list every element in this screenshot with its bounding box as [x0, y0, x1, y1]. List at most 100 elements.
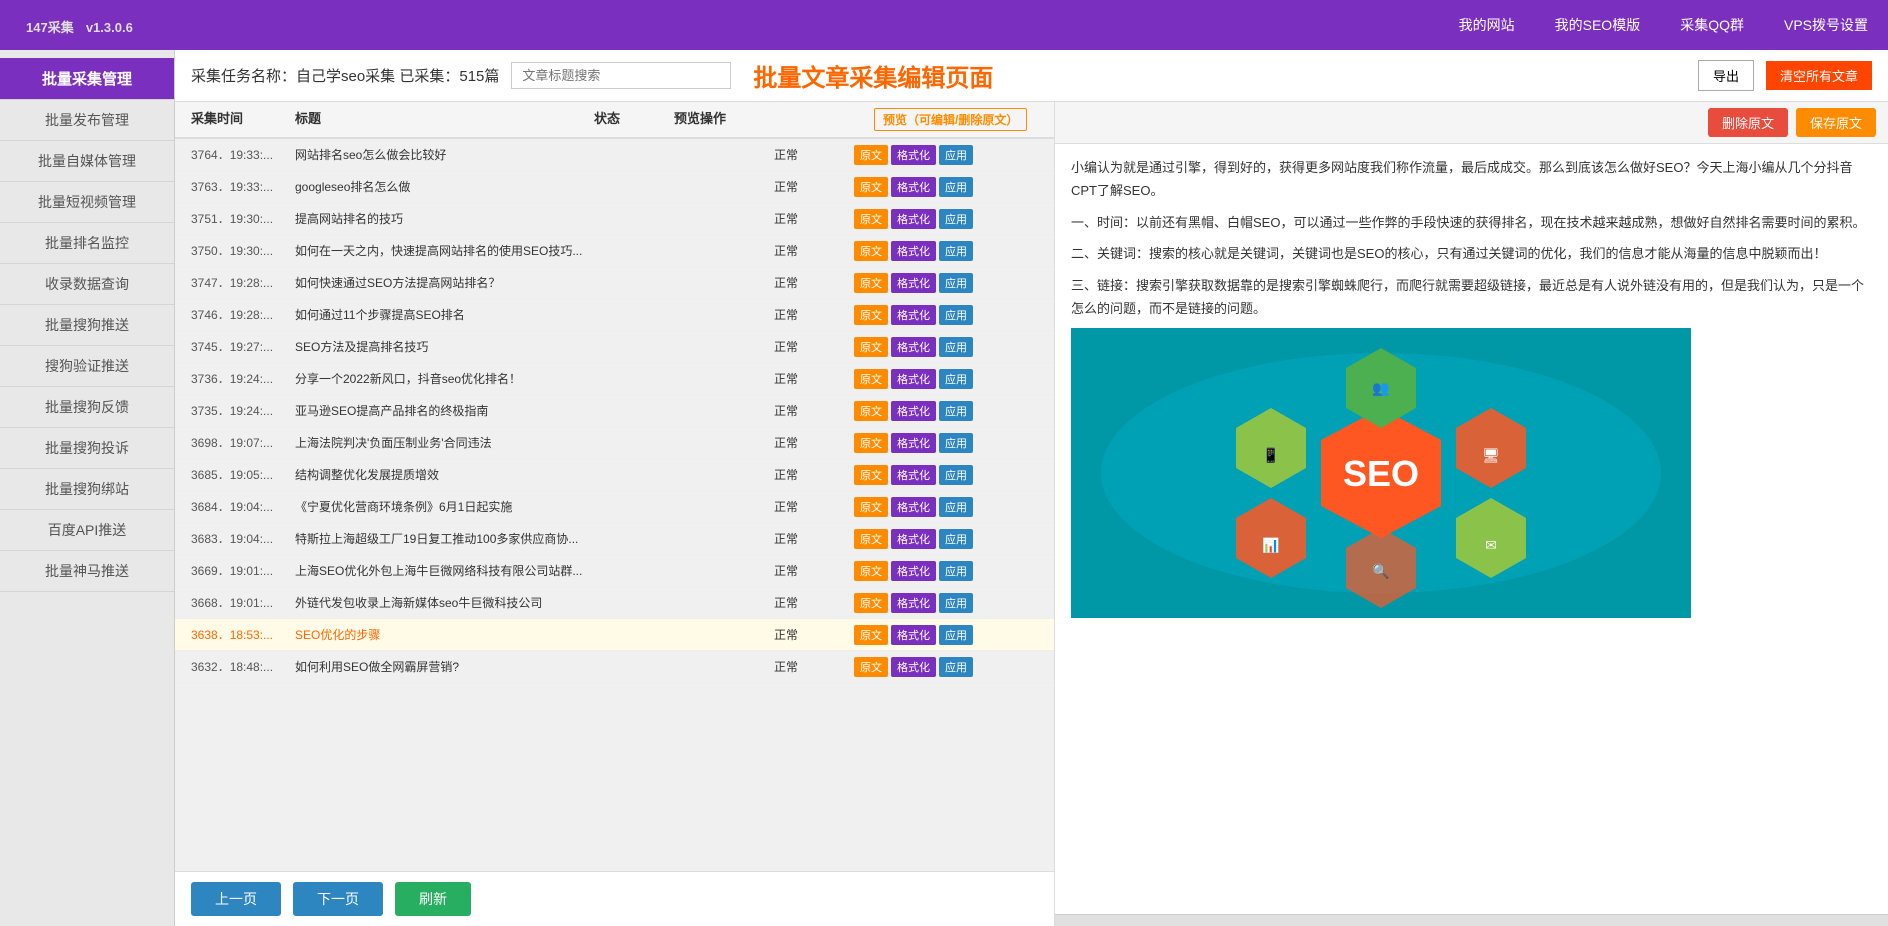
table-row: 3763．19:33:... googleseo排名怎么做 正常 原文 格式化 …	[175, 171, 1054, 203]
logo-text: 147采集	[26, 20, 74, 35]
btn-yuanwen[interactable]: 原文	[854, 337, 888, 357]
svg-text:SEO: SEO	[1343, 453, 1419, 494]
btn-yingying[interactable]: 应用	[939, 593, 973, 613]
btn-geishi[interactable]: 格式化	[891, 657, 936, 677]
btn-yingying[interactable]: 应用	[939, 497, 973, 517]
btn-yuanwen[interactable]: 原文	[854, 497, 888, 517]
delete-original-button[interactable]: 删除原文	[1708, 108, 1788, 137]
btn-geishi[interactable]: 格式化	[891, 145, 936, 165]
btn-yuanwen[interactable]: 原文	[854, 209, 888, 229]
sidebar-btn-sougoupush[interactable]: 批量搜狗推送	[0, 305, 174, 346]
btn-geishi[interactable]: 格式化	[891, 497, 936, 517]
btn-yingying[interactable]: 应用	[939, 657, 973, 677]
btn-yingying[interactable]: 应用	[939, 177, 973, 197]
btn-yingying[interactable]: 应用	[939, 401, 973, 421]
cell-preview-buttons: 原文 格式化 应用	[854, 273, 1054, 293]
btn-yuanwen[interactable]: 原文	[854, 625, 888, 645]
cell-time: 3751．19:30:...	[175, 210, 295, 227]
btn-yingying[interactable]: 应用	[939, 305, 973, 325]
btn-geishi[interactable]: 格式化	[891, 561, 936, 581]
btn-geishi[interactable]: 格式化	[891, 369, 936, 389]
btn-geishi[interactable]: 格式化	[891, 433, 936, 453]
cell-status: 正常	[774, 658, 854, 675]
btn-yingying[interactable]: 应用	[939, 433, 973, 453]
table-actions: 上一页 下一页 刷新	[175, 871, 1054, 926]
btn-yuanwen[interactable]: 原文	[854, 145, 888, 165]
cell-title: 如何在一天之内，快速提高网站排名的使用SEO技巧...	[295, 242, 774, 259]
cell-preview-buttons: 原文 格式化 应用	[854, 369, 1054, 389]
btn-yingying[interactable]: 应用	[939, 561, 973, 581]
sidebar-btn-shenma[interactable]: 批量神马推送	[0, 551, 174, 592]
save-original-button[interactable]: 保存原文	[1796, 108, 1876, 137]
btn-geishi[interactable]: 格式化	[891, 625, 936, 645]
nav-vps[interactable]: VPS拨号设置	[1784, 15, 1868, 35]
prev-page-button[interactable]: 上一页	[191, 882, 281, 916]
cell-preview-buttons: 原文 格式化 应用	[854, 209, 1054, 229]
sidebar-btn-collect[interactable]: 批量采集管理	[0, 58, 174, 100]
cell-preview-buttons: 原文 格式化 应用	[854, 145, 1054, 165]
cell-status: 正常	[774, 594, 854, 611]
btn-yingying[interactable]: 应用	[939, 369, 973, 389]
refresh-button[interactable]: 刷新	[395, 882, 471, 916]
btn-yuanwen[interactable]: 原文	[854, 433, 888, 453]
btn-yuanwen[interactable]: 原文	[854, 177, 888, 197]
btn-geishi[interactable]: 格式化	[891, 401, 936, 421]
btn-yingying[interactable]: 应用	[939, 337, 973, 357]
btn-yingying[interactable]: 应用	[939, 209, 973, 229]
col-header-time: 采集时间	[175, 108, 295, 131]
table-row: 3735．19:24:... 亚马逊SEO提高产品排名的终极指南 正常 原文 格…	[175, 395, 1054, 427]
sidebar-btn-sougouback[interactable]: 批量搜狗反馈	[0, 387, 174, 428]
sidebar-btn-sougouverify[interactable]: 搜狗验证推送	[0, 346, 174, 387]
sidebar-btn-shortvideo[interactable]: 批量短视频管理	[0, 182, 174, 223]
sidebar-btn-sougoucomplain[interactable]: 批量搜狗投诉	[0, 428, 174, 469]
horizontal-scrollbar[interactable]	[1055, 914, 1888, 926]
search-input[interactable]	[511, 62, 731, 89]
btn-yuanwen[interactable]: 原文	[854, 561, 888, 581]
btn-yingying[interactable]: 应用	[939, 145, 973, 165]
btn-geishi[interactable]: 格式化	[891, 273, 936, 293]
cell-preview-buttons: 原文 格式化 应用	[854, 593, 1054, 613]
svg-text:📊: 📊	[1262, 537, 1279, 554]
cell-time: 3750．19:30:...	[175, 242, 295, 259]
btn-geishi[interactable]: 格式化	[891, 593, 936, 613]
next-page-button[interactable]: 下一页	[293, 882, 383, 916]
cell-preview-buttons: 原文 格式化 应用	[854, 529, 1054, 549]
sidebar-btn-ranking[interactable]: 批量排名监控	[0, 223, 174, 264]
cell-time: 3685．19:05:...	[175, 466, 295, 483]
col-header-title: 标题	[295, 108, 594, 131]
sidebar-btn-sougousite[interactable]: 批量搜狗绑站	[0, 469, 174, 510]
btn-yingying[interactable]: 应用	[939, 625, 973, 645]
btn-yuanwen[interactable]: 原文	[854, 657, 888, 677]
btn-yuanwen[interactable]: 原文	[854, 401, 888, 421]
nav-mysite[interactable]: 我的网站	[1459, 15, 1515, 35]
btn-yuanwen[interactable]: 原文	[854, 529, 888, 549]
btn-geishi[interactable]: 格式化	[891, 337, 936, 357]
btn-yingying[interactable]: 应用	[939, 241, 973, 261]
btn-yuanwen[interactable]: 原文	[854, 369, 888, 389]
preview-op-label[interactable]: 预览（可编辑/删除原文）	[874, 108, 1027, 131]
sidebar-btn-media[interactable]: 批量自媒体管理	[0, 141, 174, 182]
btn-yuanwen[interactable]: 原文	[854, 465, 888, 485]
sidebar-btn-publish[interactable]: 批量发布管理	[0, 100, 174, 141]
sidebar-btn-baiduapi[interactable]: 百度API推送	[0, 510, 174, 551]
btn-yuanwen[interactable]: 原文	[854, 305, 888, 325]
btn-geishi[interactable]: 格式化	[891, 529, 936, 549]
btn-geishi[interactable]: 格式化	[891, 241, 936, 261]
btn-geishi[interactable]: 格式化	[891, 177, 936, 197]
btn-geishi[interactable]: 格式化	[891, 305, 936, 325]
btn-yuanwen[interactable]: 原文	[854, 241, 888, 261]
sidebar-btn-recordquery[interactable]: 收录数据查询	[0, 264, 174, 305]
clear-button[interactable]: 清空所有文章	[1766, 61, 1872, 90]
btn-yingying[interactable]: 应用	[939, 465, 973, 485]
nav-seotemplate[interactable]: 我的SEO模版	[1555, 15, 1641, 35]
btn-yingying[interactable]: 应用	[939, 273, 973, 293]
btn-yingying[interactable]: 应用	[939, 529, 973, 549]
nav-qqgroup[interactable]: 采集QQ群	[1680, 15, 1744, 35]
table-header: 采集时间 标题 状态 预览操作 预览（可编辑/删除原文）	[175, 102, 1054, 139]
btn-geishi[interactable]: 格式化	[891, 209, 936, 229]
btn-yuanwen[interactable]: 原文	[854, 593, 888, 613]
cell-title: 外链代发包收录上海新媒体seo牛巨微科技公司	[295, 594, 774, 611]
btn-geishi[interactable]: 格式化	[891, 465, 936, 485]
export-button[interactable]: 导出	[1698, 60, 1754, 91]
btn-yuanwen[interactable]: 原文	[854, 273, 888, 293]
